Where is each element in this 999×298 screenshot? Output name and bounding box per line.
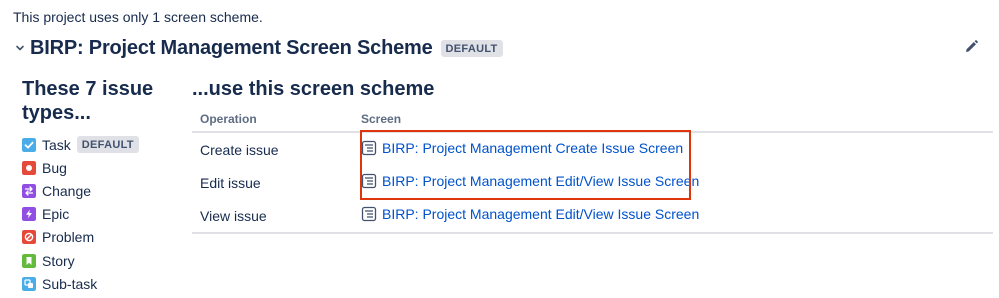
epic-icon (22, 207, 36, 222)
issue-type-problem: Problem (22, 226, 182, 249)
edit-pencil-icon[interactable] (961, 37, 981, 57)
subtask-icon (22, 276, 36, 291)
issue-type-label: Epic (42, 206, 70, 223)
issue-types-panel: These 7 issue types... Task DEFAULT Bug … (22, 77, 182, 295)
issue-type-label: Problem (42, 229, 95, 246)
screen-link[interactable]: BIRP: Project Management Edit/View Issue… (361, 206, 699, 222)
default-badge: DEFAULT (440, 39, 503, 57)
screen-cell: BIRP: Project Management Edit/View Issue… (353, 166, 993, 199)
table-header-row: Operation Screen (192, 106, 993, 133)
screen-icon (361, 140, 377, 156)
scheme-header: BIRP: Project Management Screen Scheme D… (14, 36, 503, 60)
scheme-count-text: This project uses only 1 screen scheme. (13, 9, 263, 25)
screen-scheme-heading: ...use this screen scheme (192, 78, 435, 100)
operation-cell: Create issue (200, 141, 279, 158)
screen-scheme-panel: ...use this screen scheme Operation Scre… (192, 77, 993, 234)
change-icon (22, 183, 36, 198)
screen-cell: BIRP: Project Management Edit/View Issue… (353, 199, 993, 234)
issue-type-label: Story (42, 252, 75, 269)
issue-types-heading: These 7 issue types... (22, 78, 154, 124)
issue-type-label: Task (42, 136, 71, 153)
issue-type-label: Sub-task (42, 275, 98, 292)
bug-icon (22, 160, 36, 175)
screen-column-header: Screen (353, 106, 993, 133)
table-row: Create issue BIRP: Project Management Cr… (192, 132, 993, 166)
issue-type-story: Story (22, 249, 182, 272)
issue-type-task: Task DEFAULT (22, 133, 182, 156)
issue-type-list: Task DEFAULT Bug Change Epic Problem Sto… (22, 133, 182, 295)
issue-type-label: Bug (42, 159, 67, 176)
chevron-down-icon[interactable] (14, 42, 26, 54)
screen-link-label[interactable]: BIRP: Project Management Edit/View Issue… (382, 173, 699, 189)
default-badge: DEFAULT (76, 136, 139, 154)
task-icon (22, 137, 36, 152)
screen-cell: BIRP: Project Management Create Issue Sc… (353, 132, 993, 166)
problem-icon (22, 230, 36, 245)
table-row: Edit issue BIRP: Project Management Edit… (192, 166, 993, 199)
screen-link-label[interactable]: BIRP: Project Management Edit/View Issue… (382, 206, 699, 222)
operations-table: Operation Screen Create issue BIRP: Proj… (192, 106, 993, 234)
issue-type-bug: Bug (22, 156, 182, 179)
operation-cell: View issue (192, 199, 353, 234)
screen-link[interactable]: BIRP: Project Management Edit/View Issue… (361, 173, 699, 189)
issue-type-change: Change (22, 179, 182, 202)
operation-column-header: Operation (192, 106, 353, 133)
issue-type-label: Change (42, 182, 92, 199)
issue-type-subtask: Sub-task (22, 272, 182, 295)
scheme-title[interactable]: BIRP: Project Management Screen Scheme (30, 37, 433, 60)
story-icon (22, 253, 36, 268)
screen-icon (361, 173, 377, 189)
screen-link[interactable]: BIRP: Project Management Create Issue Sc… (361, 140, 683, 156)
screen-icon (361, 206, 377, 222)
issue-type-epic: Epic (22, 203, 182, 226)
screen-link-label[interactable]: BIRP: Project Management Create Issue Sc… (382, 140, 683, 156)
table-row: View issue BIRP: Project Management Edit… (192, 199, 993, 234)
operation-cell: Edit issue (200, 174, 261, 191)
